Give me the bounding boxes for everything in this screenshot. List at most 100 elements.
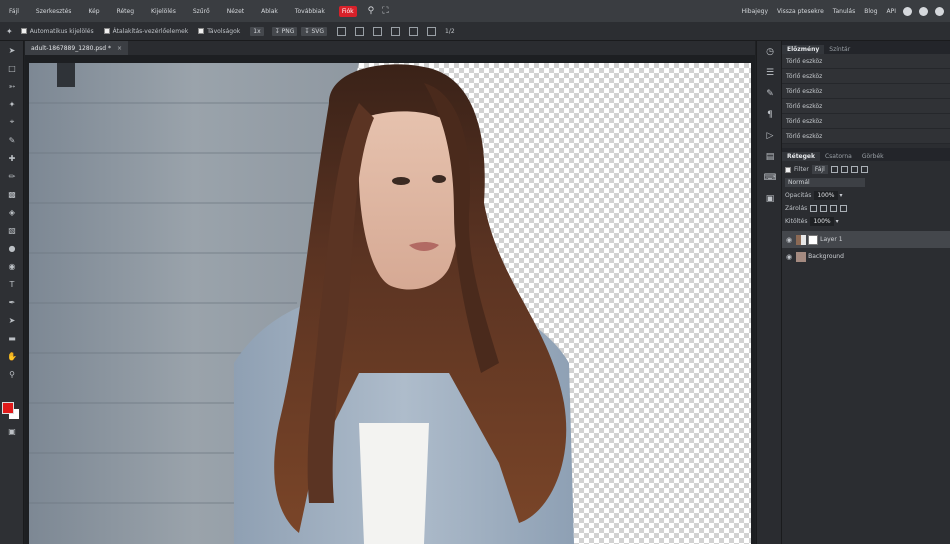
css-panel-icon[interactable]: ⌨ xyxy=(757,167,783,188)
zoom-select[interactable]: 1x xyxy=(250,26,264,36)
search-icon[interactable]: ⚲ xyxy=(368,6,375,16)
history-item[interactable]: Törlő eszköz xyxy=(782,114,950,129)
filter-checkbox[interactable] xyxy=(785,166,791,173)
hand-tool-icon[interactable]: ✋ xyxy=(0,347,24,365)
brush-panel-icon[interactable]: ✎ xyxy=(757,83,783,104)
link-api[interactable]: API xyxy=(887,8,897,15)
filter-text-icon[interactable] xyxy=(850,166,858,173)
shape-tool-icon[interactable]: ▬ xyxy=(0,329,24,347)
marquee-tool-icon[interactable]: □ xyxy=(0,59,24,77)
auto-select-checkbox[interactable] xyxy=(20,28,27,34)
info-panel-icon[interactable]: ▣ xyxy=(757,188,783,209)
character-panel-icon[interactable]: ¶ xyxy=(757,104,783,125)
menu-edit[interactable]: Szerkesztés xyxy=(33,6,75,17)
swatches-panel-icon[interactable]: ☰ xyxy=(757,62,783,83)
filter-shape-icon[interactable] xyxy=(860,166,868,173)
menu-window[interactable]: Ablak xyxy=(258,6,281,17)
magic-wand-icon[interactable]: ✦ xyxy=(0,95,24,113)
export-png-button[interactable]: ↧ PNG xyxy=(271,26,298,36)
menu-account[interactable]: Fiók xyxy=(338,5,357,17)
eraser-tool-icon[interactable]: ◈ xyxy=(0,203,24,221)
zoom-tool-icon[interactable]: ⚲ xyxy=(0,365,24,383)
filter-pixel-icon[interactable] xyxy=(830,166,838,173)
layer-row-background[interactable]: ◉ Background xyxy=(782,248,950,265)
menu-file[interactable]: Fájl xyxy=(6,6,22,17)
canvas-area[interactable] xyxy=(25,55,755,544)
lock-paint-icon[interactable] xyxy=(820,205,828,212)
link-back[interactable]: Vissza ptesekre xyxy=(777,8,824,15)
history-item[interactable]: Törlő eszköz xyxy=(782,54,950,69)
lasso-tool-icon[interactable]: ➳ xyxy=(0,77,24,95)
pen-tool-icon[interactable]: ✒ xyxy=(0,293,24,311)
history-item[interactable]: Törlő eszköz xyxy=(782,129,950,144)
auto-select-option[interactable]: Automatikus kijelölés xyxy=(20,28,94,35)
menu-more[interactable]: Továbbiak xyxy=(292,6,328,17)
tab-curves[interactable]: Görbék xyxy=(857,152,889,161)
align-middle-icon[interactable] xyxy=(355,26,365,36)
transform-checkbox[interactable] xyxy=(103,28,110,34)
healing-tool-icon[interactable]: ✚ xyxy=(0,149,24,167)
twitter-icon[interactable] xyxy=(919,6,928,16)
layer-mask-thumbnail[interactable] xyxy=(808,234,819,245)
menu-select[interactable]: Kijelölés xyxy=(148,6,179,17)
history-item[interactable]: Törlő eszköz xyxy=(782,69,950,84)
foreground-color-swatch[interactable] xyxy=(2,402,14,414)
layer-row-layer-1[interactable]: ◉ Layer 1 xyxy=(782,231,950,248)
filter-adjust-icon[interactable] xyxy=(840,166,848,173)
type-tool-icon[interactable]: T xyxy=(0,275,24,293)
lock-move-icon[interactable] xyxy=(830,205,838,212)
layers-tabs: Rétegek Csatorna Görbék xyxy=(782,148,950,161)
dodge-tool-icon[interactable]: ◉ xyxy=(0,257,24,275)
align-bottom-icon[interactable] xyxy=(373,26,383,36)
path-select-icon[interactable]: ➤ xyxy=(0,311,24,329)
filter-kind-select[interactable]: Fájl xyxy=(811,165,828,174)
align-top-icon[interactable] xyxy=(337,26,347,36)
blend-mode-select[interactable]: Normál xyxy=(785,178,865,187)
tab-history[interactable]: Előzmény xyxy=(782,45,825,54)
distances-option[interactable]: Távolságok xyxy=(198,28,240,35)
facebook-icon[interactable] xyxy=(935,6,944,16)
opacity-input[interactable]: 100% xyxy=(814,191,838,200)
quick-mask-icon[interactable]: ▣ xyxy=(0,422,24,440)
reddit-icon[interactable] xyxy=(903,6,912,16)
canvas-image[interactable] xyxy=(29,63,751,544)
lock-transparency-icon[interactable] xyxy=(810,205,818,212)
brush-tool-icon[interactable]: ✏ xyxy=(0,167,24,185)
link-learn[interactable]: Tanulás xyxy=(833,8,855,15)
link-report[interactable]: Hibajegy xyxy=(742,8,768,15)
tab-channels[interactable]: Csatorna xyxy=(820,152,857,161)
align-right-icon[interactable] xyxy=(427,26,437,36)
stamp-tool-icon[interactable]: ▩ xyxy=(0,185,24,203)
fill-input[interactable]: 100% xyxy=(810,217,834,226)
fullscreen-icon[interactable]: ⛶ xyxy=(382,6,388,16)
history-item[interactable]: Törlő eszköz xyxy=(782,84,950,99)
eye-icon[interactable]: ◉ xyxy=(786,236,792,244)
properties-panel-icon[interactable]: ▤ xyxy=(757,146,783,167)
align-center-icon[interactable] xyxy=(409,26,419,36)
export-svg-button[interactable]: ↧ SVG xyxy=(301,26,328,36)
document-tab[interactable]: adult-1867889_1280.psd * × xyxy=(25,41,129,55)
crop-tool-icon[interactable]: ⌖ xyxy=(0,113,24,131)
transform-option[interactable]: Átalakítás-vezérlőelemek xyxy=(103,28,188,35)
close-icon[interactable]: × xyxy=(117,45,122,52)
menu-layer[interactable]: Réteg xyxy=(114,6,137,17)
eye-icon[interactable]: ◉ xyxy=(786,253,792,261)
eyedropper-icon[interactable]: ✎ xyxy=(0,131,24,149)
tab-swatches[interactable]: Színtár xyxy=(824,45,855,54)
menu-view[interactable]: Nézet xyxy=(224,6,247,17)
chevron-down-icon[interactable]: ▾ xyxy=(840,192,843,199)
align-left-icon[interactable] xyxy=(391,26,401,36)
link-blog[interactable]: Blog xyxy=(864,8,877,15)
menu-image[interactable]: Kép xyxy=(85,6,102,17)
lock-icon[interactable] xyxy=(840,205,848,212)
chevron-down-icon[interactable]: ▾ xyxy=(836,218,839,225)
gradient-tool-icon[interactable]: ▧ xyxy=(0,221,24,239)
tab-layers[interactable]: Rétegek xyxy=(782,152,820,161)
history-item[interactable]: Törlő eszköz xyxy=(782,99,950,114)
distances-checkbox[interactable] xyxy=(198,28,205,34)
paragraph-panel-icon[interactable]: ▷ xyxy=(757,125,783,146)
blur-tool-icon[interactable]: ● xyxy=(0,239,24,257)
menu-filter[interactable]: Szűrő xyxy=(190,6,213,17)
move-tool-icon[interactable]: ➤ xyxy=(0,41,24,59)
history-panel-icon[interactable]: ◷ xyxy=(757,41,783,62)
